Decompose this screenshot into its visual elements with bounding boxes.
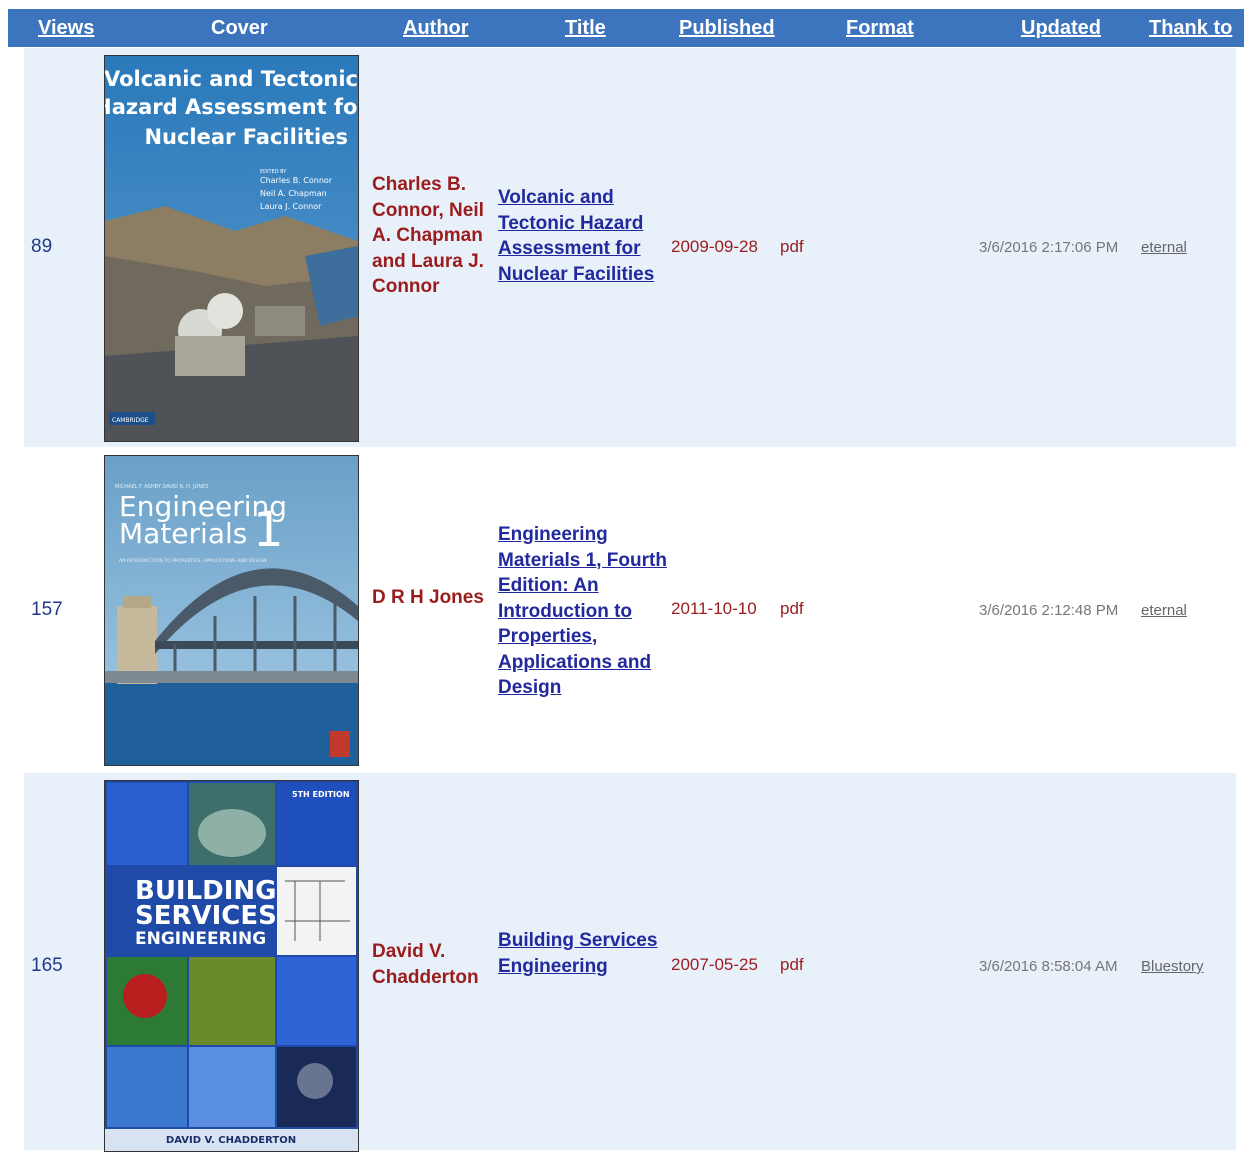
updated-timestamp: 3/6/2016 2:12:48 PM [979,602,1119,619]
table-row: 89 Volcanic and Tectonic Hazard Assessme… [24,48,1236,447]
views-count: 89 [31,236,53,257]
cover-subtitle: AN INTRODUCTION TO PROPERTIES, APPLICATI… [119,558,267,564]
published-date: 2011-10-10 [671,599,757,618]
views-count: 157 [31,599,63,620]
cover-title-line: Nuclear Facilities [144,125,348,149]
book-cover-image[interactable]: 5TH EDITION BUILDING SERVICES ENGINEERIN… [104,780,359,1152]
cover-volume-number: 1 [253,502,284,558]
views-count: 165 [31,955,63,976]
book-cover-image[interactable]: MICHAEL F. ASHBY DAVID R. H. JONES Engin… [104,455,359,766]
sort-published-link[interactable]: Published [679,9,775,47]
cover-title-line: Volcanic and Tectonic [105,67,358,91]
uploader-link[interactable]: eternal [1141,602,1187,619]
sort-updated-link[interactable]: Updated [1021,9,1101,47]
cover-title-line: Hazard Assessment for [105,95,358,119]
cover-editor: Charles B. Connor [260,176,333,185]
cover-title-line: SERVICES [135,901,277,931]
published-date: 2007-05-25 [671,955,758,974]
author-name: Charles B. Connor, Neil A. Chapman and L… [372,174,484,297]
books-table: Views Cover Author Title Published Forma… [8,9,1244,47]
published-date: 2009-09-28 [671,237,758,256]
cover-editors-label: EDITED BY [260,169,287,175]
cover-editor: Neil A. Chapman [260,189,327,198]
book-cover-image[interactable]: Volcanic and Tectonic Hazard Assessment … [104,55,359,442]
sort-title-link[interactable]: Title [565,9,606,47]
author-name: D R H Jones [372,587,484,608]
file-format: pdf [780,237,804,256]
cover-title-line: Materials [119,517,247,550]
cover-title-line: ENGINEERING [135,929,266,949]
sort-views-link[interactable]: Views [38,9,94,47]
cover-edition: 5TH EDITION [292,790,350,799]
uploader-link[interactable]: Bluestory [1141,958,1204,975]
cover-author: DAVID V. CHADDERTON [166,1135,296,1146]
cover-editor: Laura J. Connor [260,202,322,211]
author-name: David V. Chadderton [372,941,479,988]
table-row: 157 MICHAEL F. ASHBY DAVID R. H. JONES E… [24,447,1236,773]
book-title-link[interactable]: Engineering Materials 1, Fourth Edition:… [498,522,670,701]
cover-publisher: CAMBRIDGE [112,417,149,424]
table-header: Views Cover Author Title Published Forma… [8,9,1244,47]
sort-author-link[interactable]: Author [403,9,469,47]
updated-timestamp: 3/6/2016 8:58:04 AM [979,958,1118,975]
uploader-link[interactable]: eternal [1141,239,1187,256]
book-title-link[interactable]: Volcanic and Tectonic Hazard Assessment … [498,185,670,287]
file-format: pdf [780,955,804,974]
file-format: pdf [780,599,804,618]
updated-timestamp: 3/6/2016 2:17:06 PM [979,239,1119,256]
cover-header: Cover [211,17,268,39]
sort-thank-link[interactable]: Thank to [1149,9,1232,47]
book-title-link[interactable]: Building Services Engineering [498,928,670,979]
table-row: 165 5TH EDITION BUILDING SERVICES ENGINE… [24,773,1236,1152]
sort-format-link[interactable]: Format [846,9,914,47]
